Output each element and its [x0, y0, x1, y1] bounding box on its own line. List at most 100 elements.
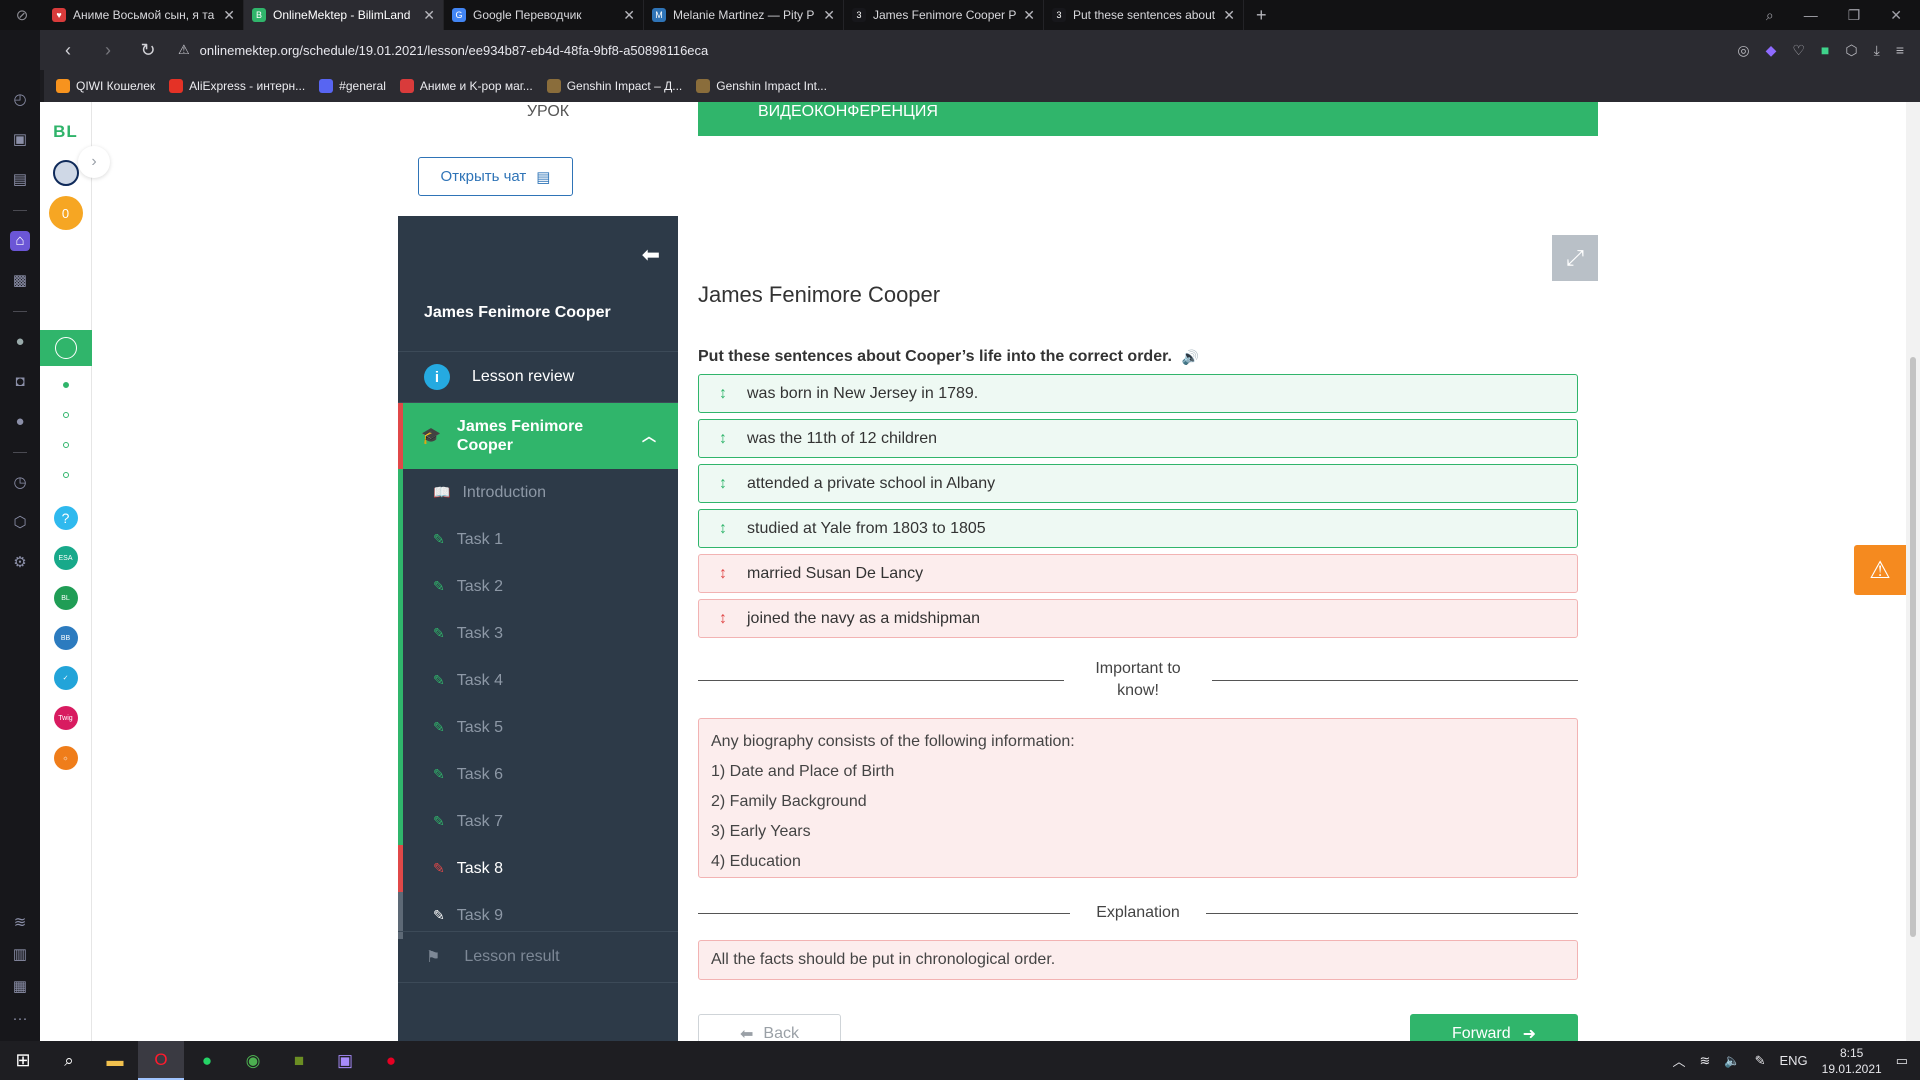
rail-dot[interactable]	[62, 382, 69, 388]
lesson-result-item[interactable]: ⚑ Lesson result	[398, 931, 678, 983]
windows-start-icon[interactable]: ⊞	[0, 1050, 46, 1071]
app-icon-test[interactable]: ✓	[53, 666, 78, 690]
whatsapp-icon[interactable]: ●	[10, 332, 30, 352]
game-app-icon[interactable]: ▣	[322, 1041, 368, 1080]
chrome-icon[interactable]: ◉	[230, 1041, 276, 1080]
twitter-icon[interactable]: ●	[10, 412, 30, 432]
drag-handle-icon[interactable]: ↕	[719, 385, 727, 403]
vpn-shield-icon[interactable]: ◆	[1766, 42, 1777, 59]
opera-icon[interactable]: O	[138, 1041, 184, 1080]
home-icon[interactable]: ⌂	[10, 231, 30, 251]
reload-icon[interactable]: ↻	[132, 40, 164, 61]
bookmark-item[interactable]: Аниме и K-pop маг...	[399, 79, 533, 93]
lesson-item-task[interactable]: ✎ Task 4	[403, 657, 678, 704]
bookmark-item[interactable]: #general	[319, 79, 386, 93]
close-window-button[interactable]: ✕	[1890, 7, 1902, 24]
open-chat-button[interactable]: Открыть чат ▤	[418, 157, 573, 196]
notifications-icon[interactable]: ▭	[1896, 1053, 1908, 1069]
chevron-right-icon[interactable]: ›	[78, 146, 110, 178]
arrow-left-icon[interactable]: ⬅	[642, 242, 660, 268]
back-nav-icon[interactable]: ‹	[52, 40, 84, 61]
whatsapp-icon[interactable]: ●	[184, 1041, 230, 1080]
module-item[interactable]: 🎓 James Fenimore Cooper ︿	[398, 403, 678, 469]
volume-icon[interactable]: 🔈	[1724, 1053, 1740, 1069]
app-icon-bilimbook[interactable]: BB	[53, 626, 78, 650]
forward-button[interactable]: Forward ➜	[1410, 1014, 1578, 1041]
lesson-item-introduction[interactable]: 📖 Introduction	[403, 469, 678, 516]
bookmark-item[interactable]: AliExpress - интерн...	[169, 79, 305, 93]
close-tab-icon[interactable]: ✕	[1023, 7, 1035, 24]
lesson-item-task[interactable]: ✎ Task 8	[398, 845, 678, 892]
download-icon[interactable]: ⤓	[1874, 42, 1880, 59]
pinterest-icon[interactable]: ●	[368, 1041, 414, 1080]
minimize-button[interactable]: —	[1804, 7, 1818, 24]
layout-icon[interactable]: ▥	[10, 945, 30, 965]
close-tab-icon[interactable]: ✕	[823, 7, 835, 24]
chevron-up-icon[interactable]: ︿	[1672, 1051, 1685, 1070]
site-info-icon[interactable]: ⚠	[178, 42, 190, 58]
close-tab-icon[interactable]: ✕	[423, 7, 435, 24]
drag-handle-icon[interactable]: ↕	[719, 475, 727, 493]
lesson-item-task[interactable]: ✎ Task 6	[403, 751, 678, 798]
avatar[interactable]	[52, 160, 79, 186]
sortable-sentence[interactable]: ↕ studied at Yale from 1803 to 1805	[698, 509, 1578, 548]
lesson-review-item[interactable]: i Lesson review	[398, 351, 678, 403]
lesson-item-task[interactable]: ✎ Task 2	[403, 563, 678, 610]
extension-icon[interactable]: ■	[1821, 42, 1829, 59]
pen-icon[interactable]: ✎	[1755, 1053, 1766, 1069]
fullscreen-icon[interactable]: ⤢	[1552, 235, 1598, 281]
bookmark-item[interactable]: Genshin Impact – Д...	[546, 79, 682, 93]
coin-badge[interactable]: 0	[48, 196, 83, 230]
briefcase-icon[interactable]: ▣	[10, 130, 30, 150]
chevron-up-icon[interactable]: ︿	[642, 426, 656, 446]
warning-icon[interactable]: ⚠	[1854, 545, 1906, 595]
browser-tab[interactable]: 3 James Fenimore Cooper Pu ✕	[844, 0, 1044, 30]
speaker-icon[interactable]: 🔊	[1182, 349, 1199, 366]
sortable-sentence[interactable]: ↕ was born in New Jersey in 1789.	[698, 374, 1578, 413]
search-icon[interactable]: ⌕	[46, 1041, 92, 1080]
app-icon-bilimland[interactable]: BL	[53, 586, 78, 610]
browser-tab[interactable]: 3 Put these sentences about ✕	[1044, 0, 1244, 30]
language-indicator[interactable]: ENG	[1779, 1053, 1807, 1068]
gamepad-icon[interactable]: ▩	[10, 271, 30, 291]
settings-icon[interactable]: ⚙	[10, 553, 30, 573]
speed-dial-icon[interactable]: ◴	[10, 90, 30, 110]
rail-dot[interactable]	[62, 412, 69, 418]
rail-app-active[interactable]	[40, 330, 92, 366]
close-tab-icon[interactable]: ✕	[223, 7, 235, 24]
drag-handle-icon[interactable]: ↕	[719, 565, 727, 583]
lesson-item-task[interactable]: ✎ Task 3	[403, 610, 678, 657]
history-icon[interactable]: ◷	[10, 473, 30, 493]
browser-tab[interactable]: M Melanie Martinez — Pity P ✕	[644, 0, 844, 30]
browser-tab[interactable]: B OnlineMektep - BilimLand ✕	[244, 0, 444, 30]
snapshot-icon[interactable]: ◎	[1737, 42, 1749, 59]
drag-handle-icon[interactable]: ↕	[719, 430, 727, 448]
drag-handle-icon[interactable]: ↕	[719, 520, 727, 538]
app-icon-twig[interactable]: Twig	[53, 706, 78, 730]
sortable-sentence[interactable]: ↕ attended a private school in Albany	[698, 464, 1578, 503]
forward-nav-icon[interactable]: ›	[92, 40, 124, 61]
back-button[interactable]: ⬅ Back	[698, 1014, 841, 1041]
tab-videoconference[interactable]: ВИДЕОКОНФЕРЕНЦИЯ	[698, 102, 1598, 136]
clock[interactable]: 8:15 19.01.2021	[1822, 1045, 1882, 1077]
bookmark-item[interactable]: Genshin Impact Int...	[696, 79, 827, 93]
rail-dot[interactable]	[62, 442, 69, 448]
bilimland-logo[interactable]: BL	[53, 122, 78, 142]
page-scrollbar[interactable]	[1906, 102, 1920, 1041]
file-explorer-icon[interactable]: ▬	[92, 1041, 138, 1080]
box-icon[interactable]: ▦	[10, 977, 30, 997]
tab-lesson[interactable]: УРОК	[398, 102, 698, 136]
drag-handle-icon[interactable]: ↕	[719, 610, 727, 628]
cube-icon[interactable]: ⬡	[10, 513, 30, 533]
lesson-item-task[interactable]: ✎ Task 7	[403, 798, 678, 845]
lesson-item-task[interactable]: ✎ Task 1	[403, 516, 678, 563]
sortable-sentence[interactable]: ↕ married Susan De Lancy	[698, 554, 1578, 593]
bookmark-item[interactable]: QIWI Кошелек	[56, 79, 155, 93]
close-tab-icon[interactable]: ✕	[1223, 7, 1235, 24]
url-field[interactable]: ⚠ onlinemektep.org/schedule/19.01.2021/l…	[178, 36, 708, 64]
sortable-sentence[interactable]: ↕ was the 11th of 12 children	[698, 419, 1578, 458]
browser-tab[interactable]: G Google Переводчик ✕	[444, 0, 644, 30]
browser-tab[interactable]: ♥ Аниме Восьмой сын, я та ✕	[44, 0, 244, 30]
help-icon[interactable]: ?	[53, 506, 78, 530]
wifi-icon[interactable]: ≋	[1699, 1053, 1710, 1069]
